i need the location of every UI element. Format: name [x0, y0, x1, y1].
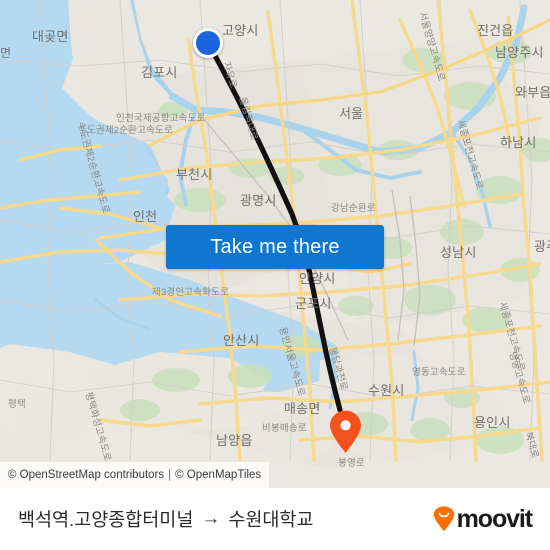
route-destination-label: 수원대학교: [228, 509, 314, 530]
footer-bar: 백석역.고양종합터미널 → 수원대학교 moovit: [0, 488, 550, 550]
arrow-right-icon: →: [201, 508, 221, 529]
map-attribution: © OpenStreetMap contributors | © OpenMap…: [0, 462, 270, 488]
destination-marker[interactable]: [329, 410, 362, 454]
openmaptiles-attribution-link[interactable]: © OpenMapTiles: [175, 469, 261, 481]
origin-marker[interactable]: [193, 28, 223, 58]
moovit-logo[interactable]: moovit: [433, 504, 533, 534]
route-title: 백석역.고양종합터미널 → 수원대학교: [18, 506, 313, 532]
route-origin-label: 백석역.고양종합터미널: [18, 509, 194, 530]
osm-attribution-link[interactable]: © OpenStreetMap contributors: [8, 469, 164, 481]
map-canvas[interactable]: 대곶면 면 김포시 고양시 인천국제공항고속도로 수도권제2순환고속도로 부천시 광명시 인천 서…: [0, 0, 550, 488]
attribution-separator: |: [168, 469, 172, 481]
moovit-pin-icon: [433, 506, 455, 532]
moovit-wordmark: moovit: [456, 504, 533, 533]
moovit-route-card: 대곶면 면 김포시 고양시 인천국제공항고속도로 수도권제2순환고속도로 부천시 광명시 인천 서…: [0, 0, 550, 550]
take-me-there-button[interactable]: Take me there: [166, 225, 384, 269]
